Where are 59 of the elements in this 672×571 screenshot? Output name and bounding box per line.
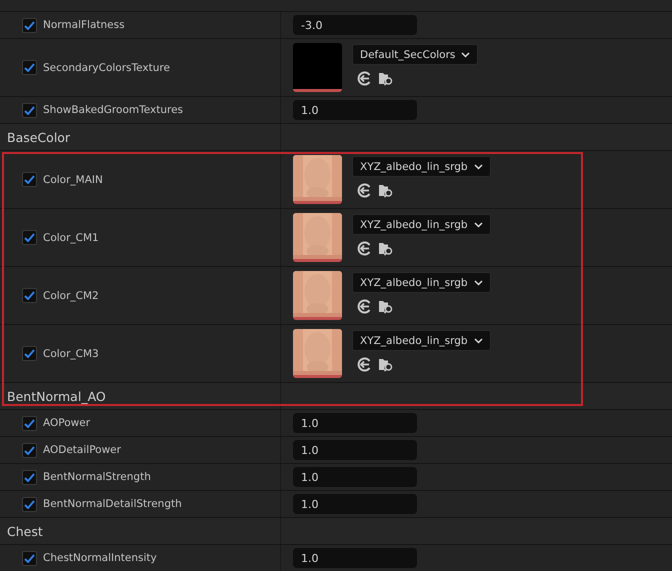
asset-dropdown[interactable]: XYZ_albedo_lin_srgb (352, 272, 491, 293)
value-field[interactable]: 1.0 (293, 413, 417, 433)
checkbox[interactable] (22, 470, 37, 484)
property-label: ChestNormalIntensity (43, 552, 157, 564)
property-label: AOPower (43, 417, 90, 429)
use-selected-icon[interactable] (357, 183, 372, 198)
checkbox[interactable] (22, 60, 37, 75)
property-label: BentNormalDetailStrength (43, 498, 182, 510)
checkbox[interactable] (22, 550, 37, 566)
property-label: SecondaryColorsTexture (43, 62, 170, 74)
asset-dropdown[interactable]: XYZ_albedo_lin_srgb (352, 214, 491, 235)
value-field[interactable]: 1.0 (293, 548, 417, 568)
checkbox[interactable] (22, 416, 37, 430)
value-field[interactable]: 1.0 (293, 440, 417, 460)
category-header[interactable]: Chest (0, 518, 672, 545)
value-field[interactable]: 1.0 (293, 494, 417, 514)
property-label: Color_MAIN (43, 174, 103, 186)
property-label: ShowBakedGroomTextures (43, 104, 184, 116)
value-field[interactable]: 1.0 (293, 100, 417, 120)
checkbox[interactable] (22, 230, 37, 245)
use-selected-icon[interactable] (357, 357, 372, 372)
checkbox[interactable] (22, 346, 37, 361)
property-label: NormalFlatness (43, 19, 125, 31)
texture-thumbnail[interactable] (293, 213, 342, 262)
property-label: AODetailPower (43, 444, 121, 456)
chevron-down-icon (474, 338, 483, 344)
value-field[interactable]: -3.0 (293, 15, 417, 35)
texture-thumbnail[interactable] (293, 271, 342, 320)
use-selected-icon[interactable] (357, 241, 372, 256)
value-field[interactable]: 1.0 (293, 467, 417, 487)
texture-thumbnail[interactable] (293, 43, 342, 92)
browse-folder-icon[interactable] (378, 183, 394, 198)
asset-dropdown[interactable]: XYZ_albedo_lin_srgb (352, 156, 491, 177)
category-header[interactable]: BaseColor (0, 124, 672, 151)
browse-folder-icon[interactable] (378, 357, 394, 372)
chevron-down-icon (474, 222, 483, 228)
chevron-down-icon (474, 280, 483, 286)
asset-dropdown[interactable]: Default_SecColors (352, 44, 478, 65)
texture-thumbnail[interactable] (293, 329, 342, 378)
browse-folder-icon[interactable] (378, 241, 394, 256)
checkbox[interactable] (22, 102, 37, 118)
chevron-down-icon (461, 52, 470, 58)
checkbox[interactable] (22, 496, 37, 512)
category-header[interactable]: BentNormal_AO (0, 383, 672, 410)
checkbox[interactable] (22, 442, 37, 458)
checkbox[interactable] (22, 18, 37, 32)
property-label: Color_CM1 (43, 232, 99, 244)
checkbox[interactable] (22, 288, 37, 303)
property-label: Color_CM3 (43, 348, 99, 360)
browse-folder-icon[interactable] (378, 299, 394, 314)
use-selected-icon[interactable] (357, 299, 372, 314)
chevron-down-icon (474, 164, 483, 170)
browse-folder-icon[interactable] (378, 71, 394, 86)
texture-thumbnail[interactable] (293, 155, 342, 204)
use-selected-icon[interactable] (357, 71, 372, 86)
asset-dropdown[interactable]: XYZ_albedo_lin_srgb (352, 330, 491, 351)
checkbox[interactable] (22, 172, 37, 187)
property-label: BentNormalStrength (43, 471, 151, 483)
property-label: Color_CM2 (43, 290, 99, 302)
